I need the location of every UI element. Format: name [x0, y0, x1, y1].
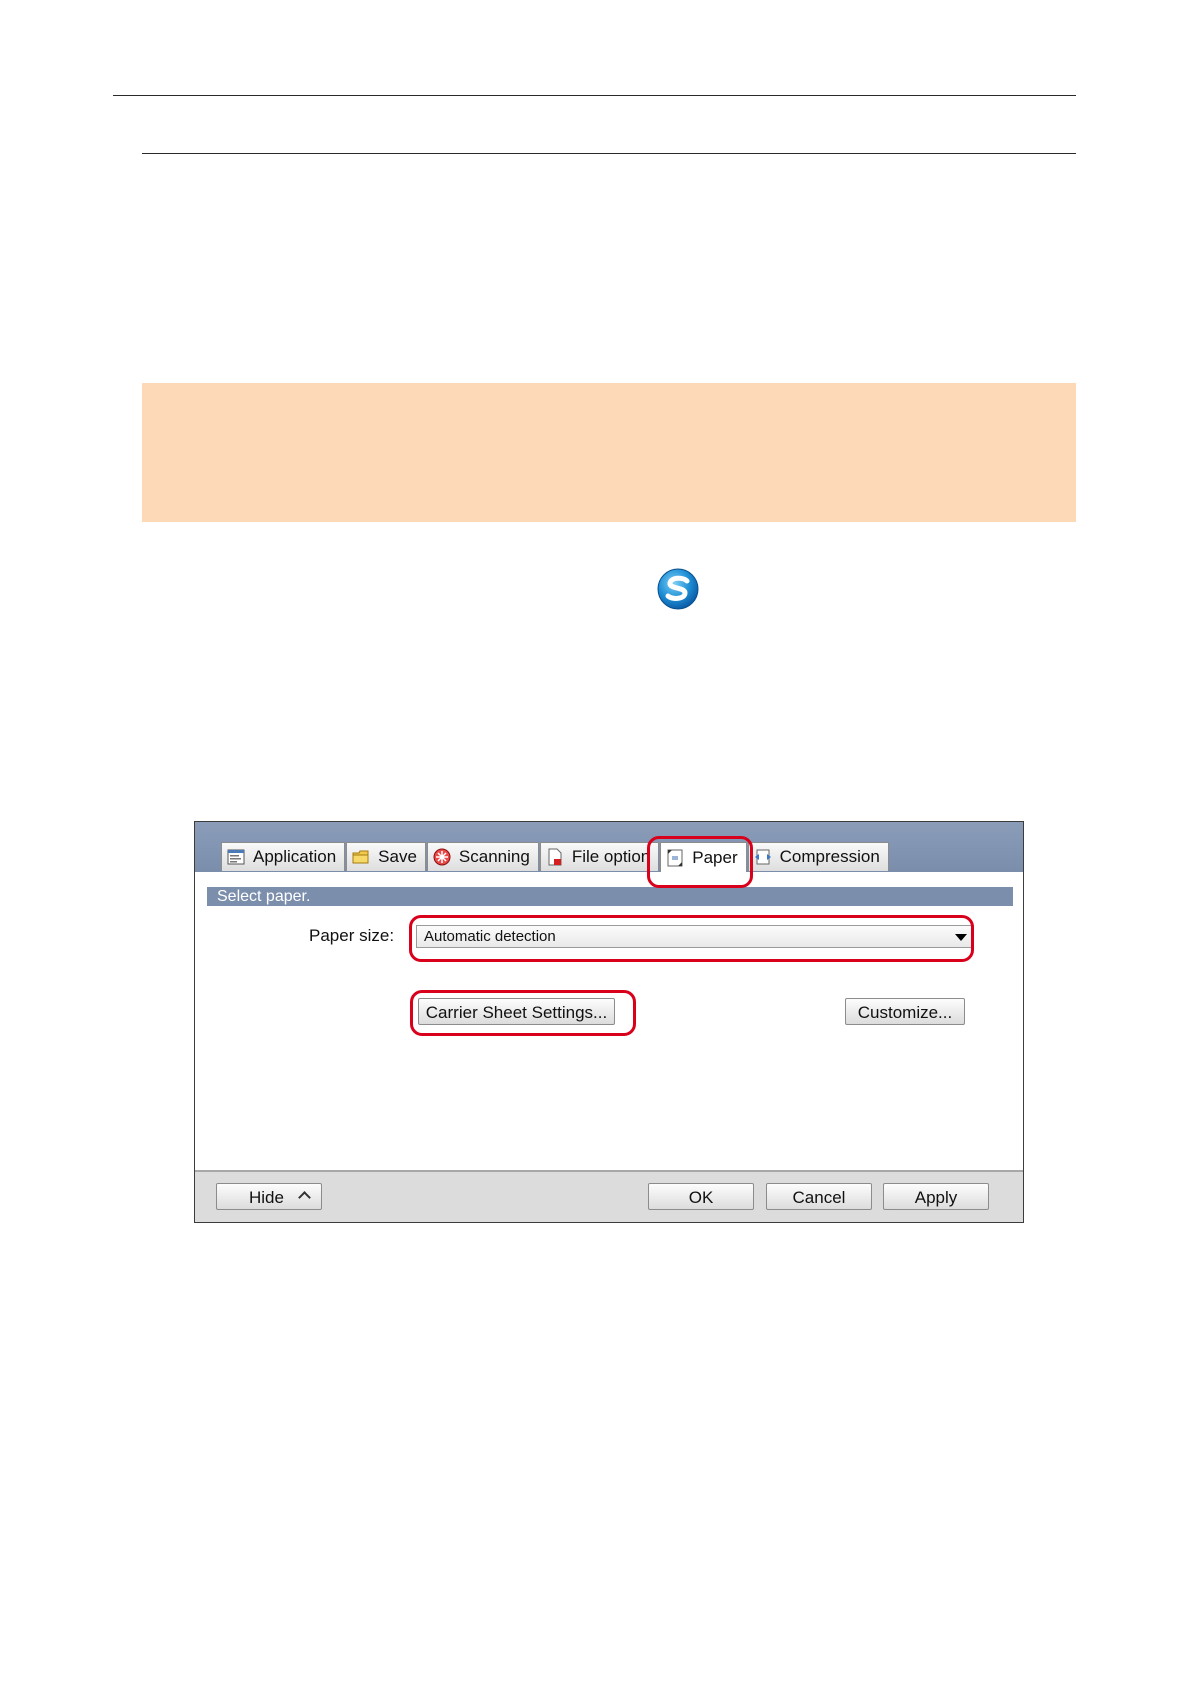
highlight-carrier-button	[410, 990, 636, 1036]
folder-icon	[352, 850, 369, 864]
tab-scanning[interactable]: Scanning	[426, 842, 539, 871]
section-title: Select paper.	[207, 887, 1013, 906]
highlight-paper-tab	[647, 836, 753, 888]
hide-button[interactable]: Hide	[216, 1183, 322, 1210]
tab-label: Scanning	[458, 847, 530, 866]
note-box	[142, 383, 1076, 522]
apply-button[interactable]: Apply	[883, 1183, 989, 1210]
tab-application[interactable]: Application	[221, 842, 346, 871]
tab-label: Application	[253, 847, 337, 866]
chevron-up-icon	[298, 1191, 311, 1204]
tab-label: File option	[571, 847, 651, 866]
customize-button[interactable]: Customize...	[845, 998, 965, 1025]
tab-label: Save	[378, 847, 417, 866]
scanning-icon	[433, 848, 451, 866]
application-icon	[227, 849, 245, 865]
tab-file-option[interactable]: File option	[539, 842, 660, 871]
tab-label: Compression	[779, 847, 880, 866]
tab-compression[interactable]: Compression	[747, 842, 889, 871]
ok-button[interactable]: OK	[648, 1183, 754, 1210]
dialog-footer: Hide OK Cancel Apply	[195, 1170, 1023, 1222]
tab-bar: Application Save Scanning File option Pa…	[195, 822, 1023, 872]
cancel-button[interactable]: Cancel	[766, 1183, 872, 1210]
compression-icon	[754, 849, 771, 865]
tab-save[interactable]: Save	[346, 842, 426, 871]
paper-size-label: Paper size:	[309, 926, 395, 945]
section-rule	[142, 153, 1076, 154]
scansnap-manager-icon	[657, 568, 699, 610]
highlight-paper-size	[409, 915, 974, 962]
hide-label: Hide	[249, 1188, 284, 1207]
file-icon	[548, 848, 562, 866]
page-header-rule	[113, 95, 1076, 96]
